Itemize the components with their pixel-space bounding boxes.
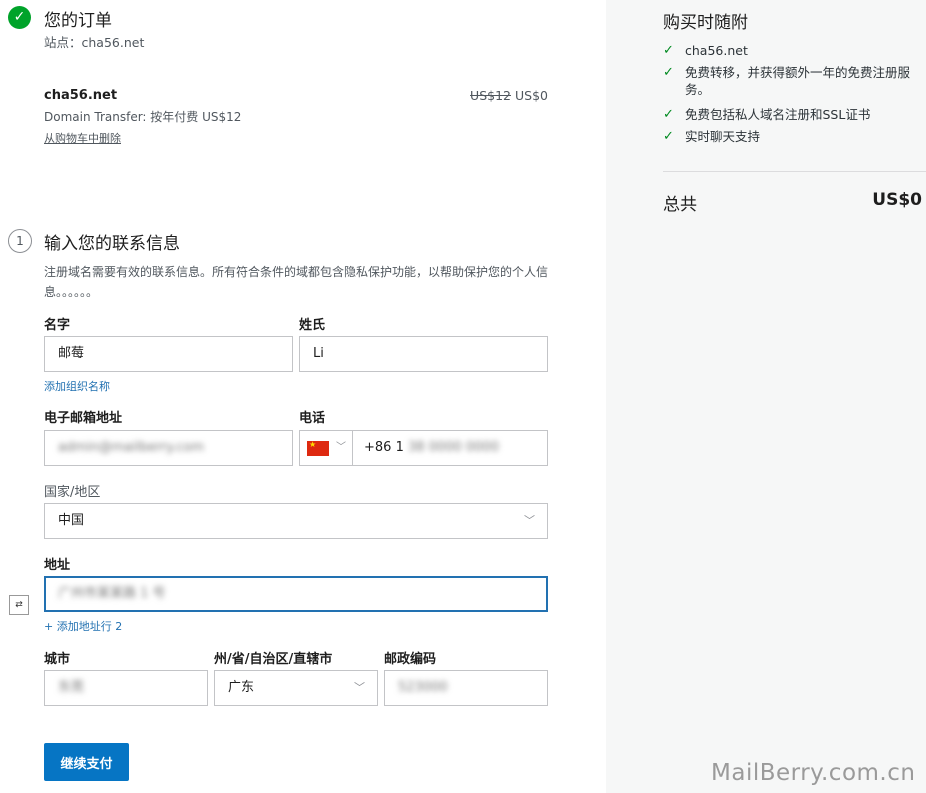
checkmark-icon: ✓	[663, 107, 674, 122]
last-name-field[interactable]: Li	[299, 336, 548, 372]
phone-label: 电话	[299, 411, 326, 426]
phone-field[interactable]: ★ ﹀ +86 1 38 0000 0000	[299, 430, 548, 466]
address-field[interactable]: 广州市某某路 1 号	[44, 576, 548, 612]
address-value: 广州市某某路 1 号	[58, 586, 166, 601]
order-summary-panel: 购买时随附 ✓ cha56.net ✓ 免费转移，并获得额外一年的免费注册服务。 ✓…	[606, 0, 926, 793]
step-number-badge: 1	[8, 229, 32, 253]
phone-number: 38 0000 0000	[407, 440, 499, 455]
add-address-line-link[interactable]: + 添加地址行 2	[44, 618, 122, 634]
add-organization-link[interactable]: 添加组织名称	[44, 378, 110, 394]
remove-from-cart-link[interactable]: 从购物车中删除	[44, 130, 121, 146]
city-field[interactable]: 东莞	[44, 670, 208, 706]
summary-divider	[663, 171, 926, 172]
chevron-down-icon: ﹀	[354, 681, 365, 694]
email-label: 电子邮箱地址	[44, 411, 123, 426]
checkmark-icon: ✓	[663, 43, 674, 58]
checkmark-icon: ✓	[663, 129, 674, 144]
site-label: 站点：cha56.net	[44, 35, 145, 50]
address-label: 地址	[44, 558, 71, 573]
chevron-down-icon[interactable]: ﹀	[336, 431, 346, 465]
first-name-value: 邮莓	[58, 346, 85, 361]
contact-step-title: 输入您的联系信息	[44, 234, 180, 254]
first-name-label: 名字	[44, 318, 71, 333]
state-select[interactable]: 广东 ﹀	[214, 670, 378, 706]
order-title: 您的订单	[44, 11, 112, 31]
original-price: US$12	[470, 88, 511, 103]
email-value: admin@mailberry.com	[58, 440, 205, 455]
chevron-down-icon: ﹀	[524, 514, 535, 527]
state-value: 广东	[228, 680, 255, 695]
postal-field[interactable]: 523000	[384, 670, 548, 706]
phone-value: +86 1 38 0000 0000	[364, 431, 499, 465]
china-flag-icon[interactable]: ★	[307, 440, 329, 456]
total-label: 总共	[663, 195, 697, 215]
order-item-description: Domain Transfer: 按年付费 US$12	[44, 110, 242, 124]
country-value: 中国	[58, 513, 85, 528]
order-item-price: US$12 US$0	[470, 88, 548, 103]
current-price: US$0	[515, 88, 548, 103]
last-name-value: Li	[313, 346, 324, 361]
continue-payment-button[interactable]: 继续支付	[44, 743, 129, 781]
watermark: MailBerry.com.cn	[711, 760, 916, 786]
summary-title: 购买时随附	[663, 13, 748, 33]
extension-icon[interactable]: ⇄	[9, 595, 29, 615]
country-select[interactable]: 中国 ﹀	[44, 503, 548, 539]
contact-step-description: 注册域名需要有效的联系信息。所有符合条件的域都包含隐私保护功能，以帮助保护您的个…	[44, 265, 549, 299]
phone-divider	[352, 431, 353, 465]
country-label: 国家/地区	[44, 485, 101, 500]
total-value: US$0	[872, 190, 922, 210]
city-label: 城市	[44, 652, 71, 667]
checkmark-icon: ✓	[663, 65, 674, 80]
order-complete-icon: ✓	[8, 6, 31, 29]
order-item-name: cha56.net	[44, 88, 118, 103]
postal-value: 523000	[398, 680, 448, 695]
city-value: 东莞	[58, 680, 85, 695]
phone-prefix: +86 1	[364, 440, 404, 455]
email-field[interactable]: admin@mailberry.com	[44, 430, 293, 466]
state-label: 州/省/自治区/直辖市	[214, 652, 333, 667]
postal-label: 邮政编码	[384, 652, 437, 667]
first-name-field[interactable]: 邮莓	[44, 336, 293, 372]
last-name-label: 姓氏	[299, 318, 326, 333]
